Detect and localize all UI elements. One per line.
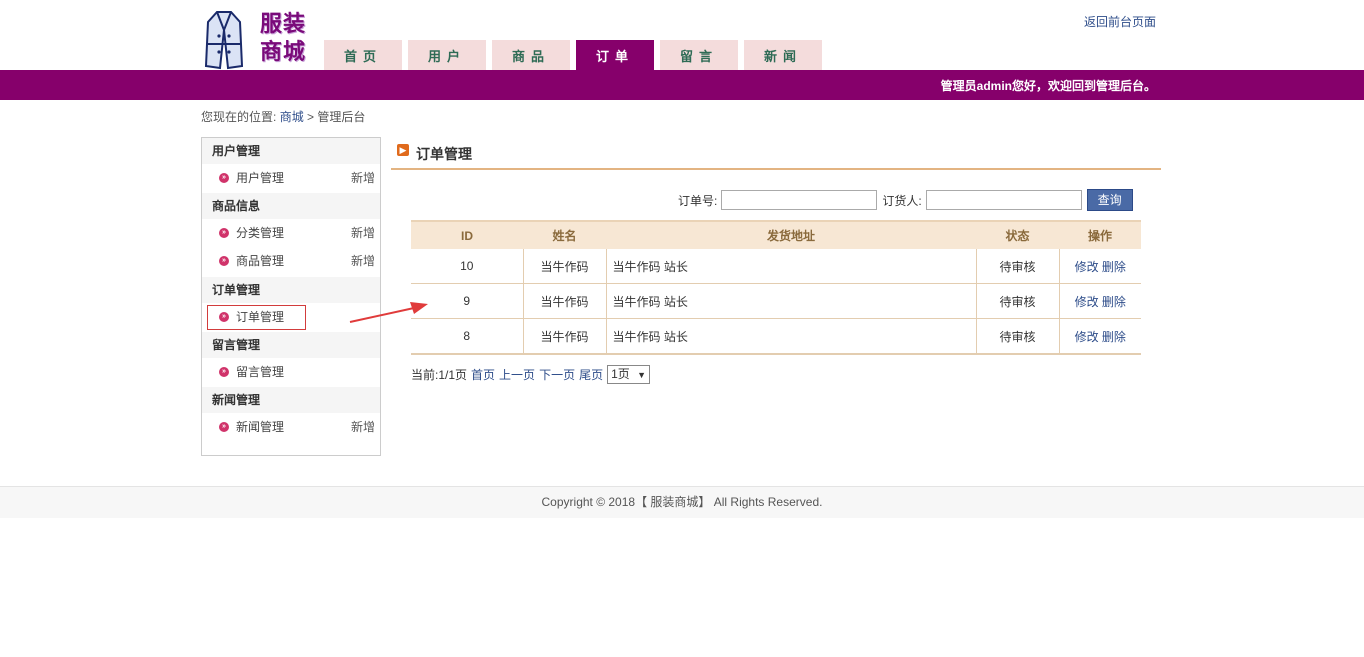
nav-home[interactable]: 首页 [324,40,402,70]
sidebar-item-label: 留言管理 [236,365,285,379]
cell-name: 当牛作码 [522,318,606,355]
cell-actions: 修改 删除 [1058,318,1141,355]
nav-users[interactable]: 用户 [408,40,486,70]
sidebar-item-message-management[interactable]: » 留言管理 [202,358,380,387]
welcome-text: 管理员admin您好，欢迎回到管理后台。 [940,79,1156,93]
edit-link[interactable]: 修改 [1075,260,1099,274]
column-header-name: 姓名 [523,220,606,249]
table-row: 8 当牛作码 当牛作码 站长 待审核 修改 删除 [411,318,1141,355]
back-to-frontend-link[interactable]: 返回前台页面 [1084,13,1156,30]
sidebar-item-label: 分类管理 [236,226,285,240]
welcome-bar: 管理员admin您好，欢迎回到管理后台。 [0,70,1364,100]
breadcrumb-current: 管理后台 [317,110,366,124]
cell-id: 9 [411,283,523,319]
sidebar-group-news: 新闻管理 [202,387,380,413]
column-header-id: ID [411,220,523,249]
sidebar-item-label: 商品管理 [236,254,285,268]
cell-status: 待审核 [975,283,1059,319]
cell-actions: 修改 删除 [1058,283,1141,319]
sidebar-item-category-management[interactable]: » 分类管理 新增 [202,219,380,248]
sidebar: 用户管理 » 用户管理 新增 商品信息 » 分类管理 新增 » 商品管理 新增 … [201,137,381,456]
main-nav: 首页 用户 商品 订单 留言 新闻 [324,40,828,70]
header: 服装 商城 首页 用户 商品 订单 留言 新闻 返回前台页面 [0,0,1364,70]
delete-link[interactable]: 删除 [1102,295,1126,309]
column-header-actions: 操作 [1059,220,1141,249]
sidebar-item-news-management[interactable]: » 新闻管理 新增 [202,413,380,442]
footer: Copyright © 2018【 服装商城】 All Rights Reser… [0,486,1364,518]
logo[interactable]: 服装 商城 [204,8,320,70]
search-button[interactable]: 查询 [1086,189,1133,211]
table-header-row: ID 姓名 发货地址 状态 操作 [411,220,1141,249]
next-page-link[interactable]: 下一页 [539,366,575,383]
cell-actions: 修改 删除 [1058,249,1141,284]
pagination: 当前:1/1页 首页 上一页 下一页 尾页 1页 ▼ [411,365,651,384]
search-bar: 订单号: 订货人: 查询 [678,189,1133,211]
cell-id: 10 [411,249,523,284]
first-page-link[interactable]: 首页 [471,366,495,383]
add-product-link[interactable]: 新增 [351,248,375,274]
table-row: 9 当牛作码 当牛作码 站长 待审核 修改 删除 [411,283,1141,319]
chevron-right-icon: » [219,228,229,238]
order-number-label: 订单号: [678,193,718,208]
copyright-text: Copyright © 2018【 服装商城】 All Rights Reser… [541,495,823,509]
breadcrumb-prefix: 您现在的位置: [201,110,277,124]
sidebar-group-products: 商品信息 [202,193,380,219]
add-news-link[interactable]: 新增 [351,413,375,442]
add-category-link[interactable]: 新增 [351,219,375,248]
chevron-right-icon: » [219,312,229,322]
prev-page-link[interactable]: 上一页 [499,366,535,383]
edit-link[interactable]: 修改 [1075,330,1099,344]
coat-icon [204,11,244,70]
breadcrumb: 您现在的位置: 商城 > 管理后台 [201,108,365,125]
buyer-input[interactable] [925,190,1082,210]
column-header-address: 发货地址 [606,220,976,249]
sidebar-item-user-management[interactable]: » 用户管理 新增 [202,164,380,193]
cell-id: 8 [411,318,523,355]
cell-address: 当牛作码 站长 [605,283,976,319]
sidebar-item-label: 用户管理 [236,171,285,185]
page-select-value: 1页 [611,367,630,381]
cell-status: 待审核 [975,318,1059,355]
pagination-status: 当前:1/1页 [411,368,468,382]
nav-news[interactable]: 新闻 [744,40,822,70]
orders-table: ID 姓名 发货地址 状态 操作 10 当牛作码 当牛作码 站长 待审核 修改 … [411,220,1141,355]
delete-link[interactable]: 删除 [1102,330,1126,344]
chevron-right-icon: » [219,173,229,183]
cell-address: 当牛作码 站长 [605,318,976,355]
delete-link[interactable]: 删除 [1102,260,1126,274]
logo-text: 服装 商城 [260,11,306,67]
logo-line-2: 商城 [260,40,307,65]
cell-name: 当牛作码 [522,283,606,319]
order-number-input[interactable] [721,190,878,210]
nav-messages[interactable]: 留言 [660,40,738,70]
cell-address: 当牛作码 站长 [605,249,976,284]
cell-status: 待审核 [975,249,1059,284]
chevron-right-icon: » [219,256,229,266]
arrow-right-icon: ▶ [397,144,409,156]
sidebar-group-messages: 留言管理 [202,332,380,358]
dropdown-arrow-icon: ▼ [637,370,647,380]
breadcrumb-home-link[interactable]: 商城 [280,110,304,124]
chevron-right-icon: » [219,367,229,377]
chevron-right-icon: » [219,422,229,432]
sidebar-item-product-management[interactable]: » 商品管理 新增 [202,248,380,274]
breadcrumb-separator: > [307,110,315,124]
page-title: 订单管理 [416,146,472,162]
edit-link[interactable]: 修改 [1075,295,1099,309]
sidebar-group-users: 用户管理 [202,138,380,164]
section-header: ▶ 订单管理 [391,142,1161,170]
cell-name: 当牛作码 [522,249,606,284]
table-row: 10 当牛作码 当牛作码 站长 待审核 修改 删除 [411,249,1141,284]
buyer-label: 订货人: [882,193,922,208]
nav-orders[interactable]: 订单 [576,40,654,70]
sidebar-item-label: 新闻管理 [236,420,285,434]
add-user-link[interactable]: 新增 [351,164,375,193]
column-header-status: 状态 [976,220,1059,249]
last-page-link[interactable]: 尾页 [579,366,603,383]
nav-products[interactable]: 商品 [492,40,570,70]
logo-line-1: 服装 [260,12,307,37]
page-select[interactable]: 1页 ▼ [607,365,651,384]
